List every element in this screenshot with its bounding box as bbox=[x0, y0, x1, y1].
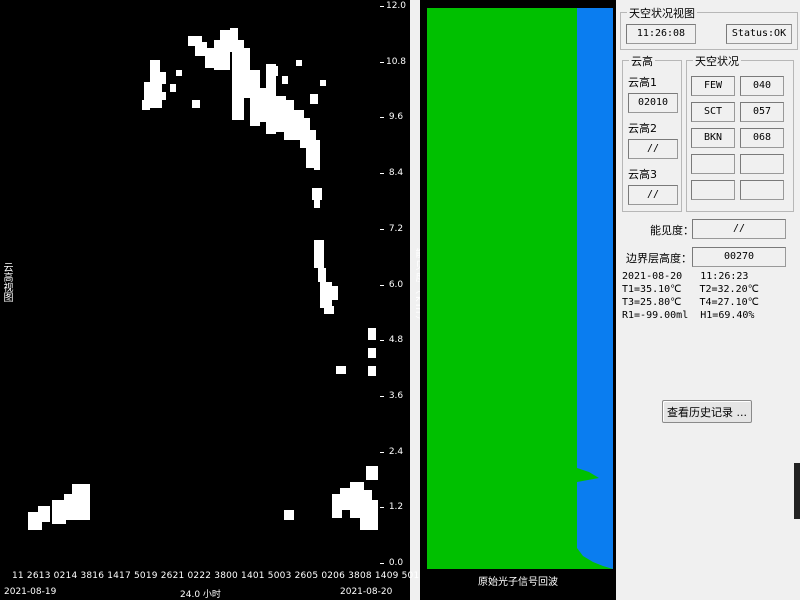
readout-line-3: T3=25.80℃ T4=27.10℃ bbox=[622, 297, 759, 308]
current-time-field: 11:26:08 bbox=[626, 24, 696, 44]
sky-condition-height-2: 057 bbox=[740, 102, 784, 122]
visibility-label: 能见度： bbox=[650, 224, 694, 237]
readout-line-4: R1=-99.00ml H1=69.40% bbox=[622, 310, 755, 321]
sky-condition-title: 天空状况 bbox=[693, 53, 741, 69]
x-axis-tick-labels: 11 2613 0214 3816 1417 5019 2621 0222 38… bbox=[12, 571, 441, 581]
y-tick-label: 6.0 bbox=[388, 279, 404, 290]
sky-condition-type-1: FEW bbox=[691, 76, 735, 96]
visibility-field: // bbox=[692, 219, 786, 239]
sky-condition-type-4 bbox=[691, 154, 735, 174]
cloud-height-plot: 云高视图 12.0 10.8 9.6 8.4 7.2 6.0 4.8 3.6 2… bbox=[0, 0, 441, 600]
y-tick-label: 1.2 bbox=[388, 502, 404, 513]
y-tick-label: 2.4 bbox=[388, 446, 404, 457]
window-edge-strip bbox=[794, 463, 800, 519]
y-tick-label: 12.0 bbox=[385, 1, 407, 11]
y-tick-label: 9.6 bbox=[388, 112, 404, 123]
status-field: Status:OK bbox=[726, 24, 792, 44]
y-tick-label: 7.2 bbox=[388, 223, 404, 234]
view-history-button[interactable]: 查看历史记录 ... bbox=[662, 400, 752, 423]
readout-line-1: 2021-08-20 11:26:23 bbox=[622, 271, 749, 282]
cloud-backscatter-canvas bbox=[28, 28, 378, 530]
boundary-layer-label: 边界层高度： bbox=[626, 252, 692, 265]
boundary-layer-field: 00270 bbox=[692, 247, 786, 267]
sky-condition-height-5 bbox=[740, 180, 784, 200]
cloud-height-2-field: // bbox=[628, 139, 678, 159]
sky-condition-height-4 bbox=[740, 154, 784, 174]
y-tick-label: 4.8 bbox=[388, 335, 404, 346]
y-tick-label: 0.0 bbox=[388, 558, 404, 568]
sky-condition-type-3: BKN bbox=[691, 128, 735, 148]
cloud-height-1-label: 云高1 bbox=[628, 76, 657, 89]
sky-condition-height-1: 040 bbox=[740, 76, 784, 96]
y-tick-label: 8.4 bbox=[388, 168, 404, 179]
sky-status-title: 天空状况视图 bbox=[627, 5, 697, 21]
photon-signal-plot: 原始光子信号回波 bbox=[420, 0, 616, 600]
y-tick-label: 10.8 bbox=[385, 56, 407, 67]
x-axis-end-date: 2021-08-20 bbox=[340, 587, 393, 597]
readout-line-2: T1=35.10℃ T2=32.20℃ bbox=[622, 284, 759, 295]
cloud-height-3-label: 云高3 bbox=[628, 168, 657, 181]
status-panel: 天空状况视图 11:26:08 Status:OK 云高 云高1 02010 云… bbox=[616, 0, 800, 600]
cloud-height-title: 云高 bbox=[629, 53, 655, 69]
y-tick-label: 3.6 bbox=[388, 390, 404, 401]
cloud-height-2-label: 云高2 bbox=[628, 122, 657, 135]
cloud-height-3-field: // bbox=[628, 185, 678, 205]
signal-echo-canvas bbox=[427, 8, 613, 569]
sky-condition-type-5 bbox=[691, 180, 735, 200]
visibility-y-axis: 12.0 10.8 9.6 8.4 7.2 6.0 4.8 3.6 2.4 1.2 0.0 bbox=[380, 0, 410, 568]
sensor-readout: 2021-08-20 11:26:23 T1=35.10℃ T2=32.20℃ … bbox=[622, 270, 759, 322]
sky-condition-height-3: 068 bbox=[740, 128, 784, 148]
x-axis-start-date: 2021-08-19 bbox=[4, 587, 57, 597]
cloud-view-title: 云高视图 bbox=[1, 262, 12, 302]
cloud-height-1-field: 02010 bbox=[628, 93, 678, 113]
signal-plot-label: 原始光子信号回波 bbox=[478, 577, 558, 588]
x-axis-label: 24.0 小时 bbox=[180, 590, 221, 600]
sky-condition-type-2: SCT bbox=[691, 102, 735, 122]
